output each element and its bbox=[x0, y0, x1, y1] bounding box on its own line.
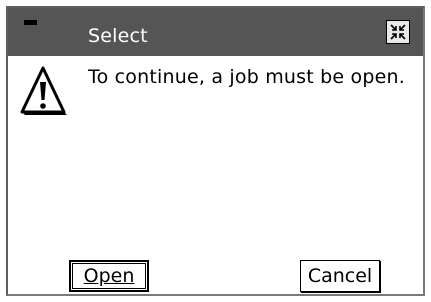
dialog-message: To continue, a job must be open. bbox=[88, 66, 406, 88]
cancel-button-label: Cancel bbox=[307, 265, 373, 287]
open-button-label: Open bbox=[83, 265, 135, 287]
title-bar[interactable]: Select bbox=[8, 8, 423, 56]
warning-icon bbox=[18, 62, 68, 120]
cancel-button[interactable]: Cancel bbox=[300, 260, 380, 292]
window-menu-icon[interactable] bbox=[24, 20, 37, 25]
select-dialog: Select To continue, a job must be open. … bbox=[6, 6, 425, 296]
close-icon[interactable] bbox=[386, 20, 410, 44]
open-button[interactable]: Open bbox=[69, 260, 149, 292]
dialog-title: Select bbox=[88, 25, 148, 47]
